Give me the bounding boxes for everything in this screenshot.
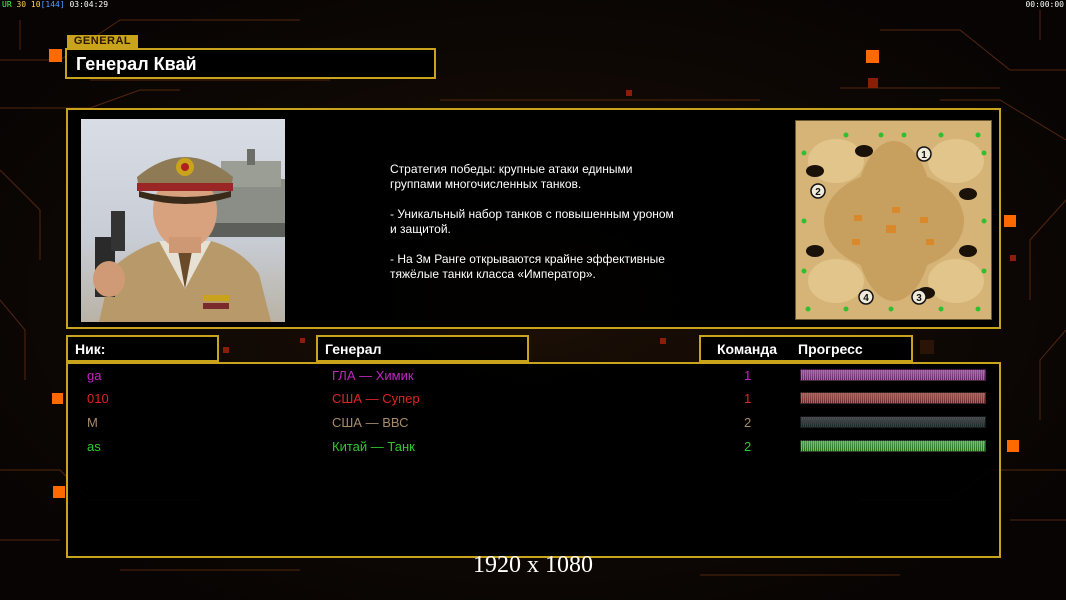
column-header-team-progress: Команда Прогресс [699,335,913,362]
player-row: as Китай — Танк 2 [68,437,999,457]
player-nick: ga [87,368,102,383]
general-header-label: Генерал [325,341,382,357]
loading-progress-bar [800,369,986,381]
column-header-general: Генерал [316,335,529,362]
team-header-label: Команда [717,341,777,357]
general-info-panel: Стратегия победы: крупные атаки едиными … [66,108,1001,329]
fps-counter: UR 30 10[144] 03:04:29 [2,0,108,9]
player-row: ga ГЛА — Химик 1 [68,366,999,386]
general-tag: GENERAL [67,35,138,48]
loading-progress-bar [800,416,986,428]
game-timer: 00:00:00 [1025,0,1064,9]
column-header-nick: Ник: [66,335,219,362]
progress-header-label: Прогресс [798,341,863,357]
player-team: 2 [744,415,752,430]
player-general: Китай — Танк [332,439,415,454]
spawn-marker: 3 [916,293,922,304]
player-list: ga ГЛА — Химик 1 010 США — Супер 1 M США… [66,362,1001,558]
player-team: 2 [744,439,752,454]
player-team: 1 [744,368,752,383]
player-row: 010 США — Супер 1 [68,389,999,409]
fps-label: UR [2,0,12,9]
loading-progress-bar [800,392,986,404]
loading-progress-bar [800,440,986,452]
player-general: ГЛА — Химик [332,368,414,383]
spawn-marker: 4 [863,293,869,304]
player-general: США — Супер [332,391,420,406]
player-general: США — ВВС [332,415,409,430]
spawn-marker: 2 [815,187,821,198]
general-name: Генерал Квай [76,54,197,74]
fps-cap: [144] [40,0,65,9]
nick-header-label: Ник: [75,341,106,357]
general-portrait [81,119,285,322]
player-nick: as [87,439,101,454]
resolution-label: 1920 x 1080 [473,552,593,578]
map-preview[interactable]: 1 2 3 4 [795,120,992,320]
player-row: M США — ВВС 2 [68,413,999,433]
general-name-frame: Генерал Квай [65,48,436,79]
player-nick: 010 [87,391,109,406]
player-team: 1 [744,391,752,406]
system-clock: 03:04:29 [69,0,109,9]
player-nick: M [87,415,98,430]
fps-values: 30 10 [16,0,41,9]
spawn-marker: 1 [921,150,927,161]
general-description: Стратегия победы: крупные атаки едиными … [390,162,674,281]
